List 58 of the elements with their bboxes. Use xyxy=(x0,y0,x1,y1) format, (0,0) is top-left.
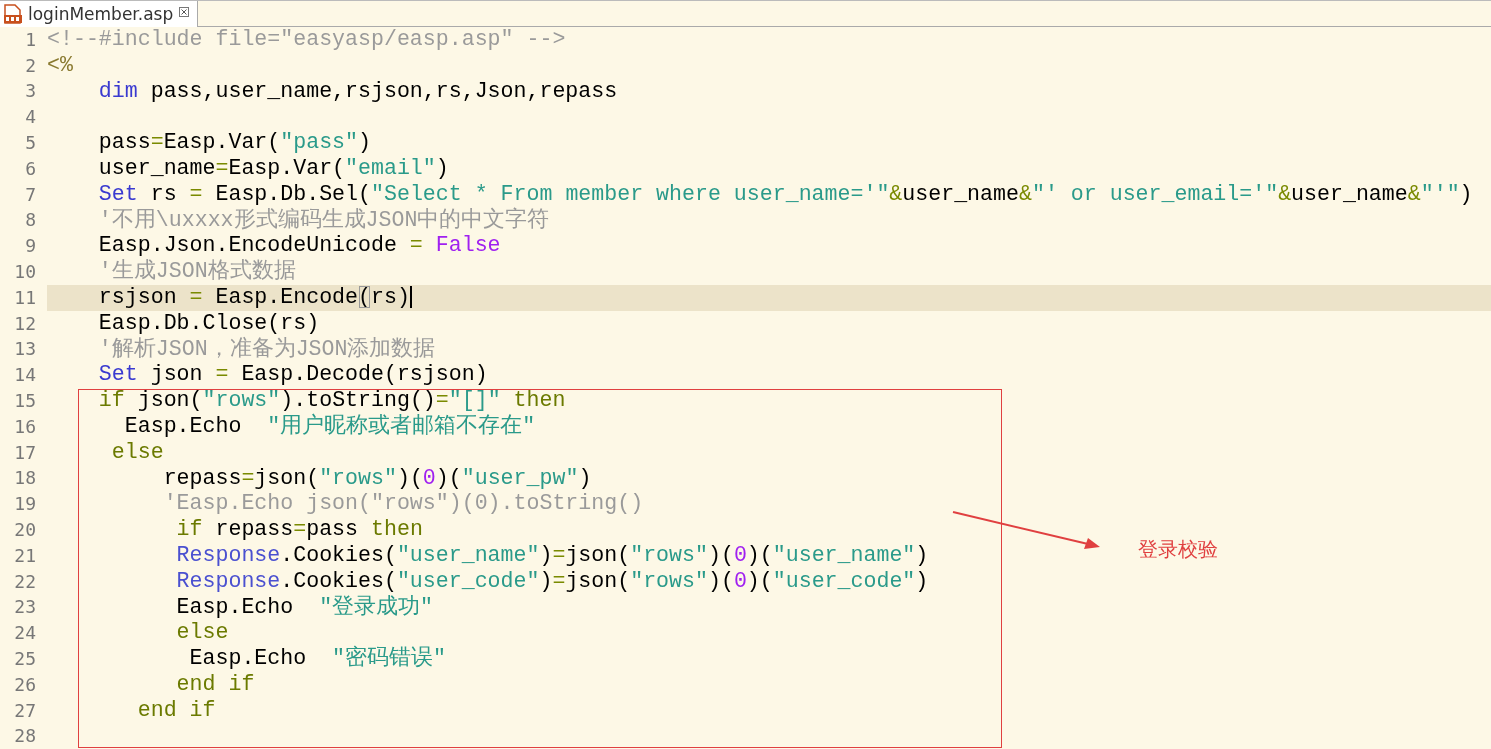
line-number: 2 xyxy=(24,55,37,76)
line-number: 10 xyxy=(13,262,37,283)
code-line: <!--#include file="easyasp/easp.asp" --> xyxy=(47,27,566,53)
line-number: 8 xyxy=(24,210,37,231)
line-number: 18 xyxy=(13,468,37,489)
code-line: Easp.Echo "密码错误" xyxy=(188,646,446,672)
line-number: 19 xyxy=(13,494,37,515)
line-number: 12 xyxy=(13,313,37,334)
code-line: repass=json("rows")(0)("user_pw") xyxy=(162,465,592,492)
code-line: else xyxy=(110,439,164,466)
code-line: 'Easp.Echo json("rows")(0).toString() xyxy=(162,491,644,518)
code-line: end if xyxy=(136,697,216,724)
code-line: <% xyxy=(47,52,73,79)
line-number: 14 xyxy=(13,365,37,386)
line-number: 22 xyxy=(13,571,37,592)
code-line: rsjson = Easp.Encode(rs) xyxy=(97,284,412,311)
line-number: 28 xyxy=(13,726,37,747)
code-line: Easp.Db.Close(rs) xyxy=(97,310,320,337)
code-line: '生成JSON格式数据 xyxy=(97,259,296,285)
line-number: 5 xyxy=(24,133,37,154)
line-number: 17 xyxy=(13,442,37,463)
file-tab[interactable]: loginMember.asp xyxy=(0,1,199,27)
line-number: 20 xyxy=(13,520,37,541)
asp-file-icon xyxy=(4,4,22,24)
annotation-label: 登录校验 xyxy=(1138,536,1218,563)
code-line: '解析JSON，准备为JSON添加数据 xyxy=(97,336,436,363)
line-number: 25 xyxy=(13,649,37,669)
close-icon[interactable] xyxy=(179,7,190,17)
line-number: 13 xyxy=(13,339,37,360)
code-line: dim pass,user_name,rsjson,rs,Json,repass xyxy=(97,78,618,105)
code-line: end if xyxy=(175,671,255,698)
line-number: 9 xyxy=(24,236,37,257)
line-number: 7 xyxy=(24,184,37,205)
code-line: if repass=pass then xyxy=(175,517,423,543)
code-line: Easp.Json.EncodeUnicode = False xyxy=(97,233,501,259)
line-number: 16 xyxy=(13,416,37,437)
line-number: 11 xyxy=(13,287,37,308)
line-number: 4 xyxy=(24,107,37,128)
line-number: 24 xyxy=(13,623,37,644)
code-line: Easp.Echo "登录成功" xyxy=(175,594,434,621)
line-number: 26 xyxy=(13,674,37,695)
code-line: Set json = Easp.Decode(rsjson) xyxy=(97,362,488,389)
code-line: Set rs = Easp.Db.Sel("Select * From member where user_name='"&user_name&"' or user_email='"&user_name&"'") xyxy=(97,181,1473,207)
code-line: else xyxy=(175,620,229,647)
line-number: 1 xyxy=(24,29,37,50)
code-line: if json("rows").toString()="[]" then xyxy=(97,388,566,413)
code-line: pass=Easp.Var("pass") xyxy=(97,130,371,156)
line-number: 23 xyxy=(13,597,37,618)
code-line: user_name=Easp.Var("email") xyxy=(97,156,449,182)
line-number: 3 xyxy=(24,81,37,102)
line-number: 15 xyxy=(13,391,37,412)
line-number: 21 xyxy=(13,545,37,566)
code-line: Response.Cookies("user_code")=json("rows")(0)("user_code") xyxy=(175,568,929,595)
code-line: Easp.Echo "用户昵称或者邮箱不存在" xyxy=(123,413,536,440)
line-number: 27 xyxy=(13,700,37,721)
line-number: 6 xyxy=(24,158,37,179)
code-line: Response.Cookies("user_name")=json("rows")(0)("user_name") xyxy=(175,542,929,569)
code-line: '不用\uxxxx形式编码生成JSON中的中文字符 xyxy=(97,207,550,234)
